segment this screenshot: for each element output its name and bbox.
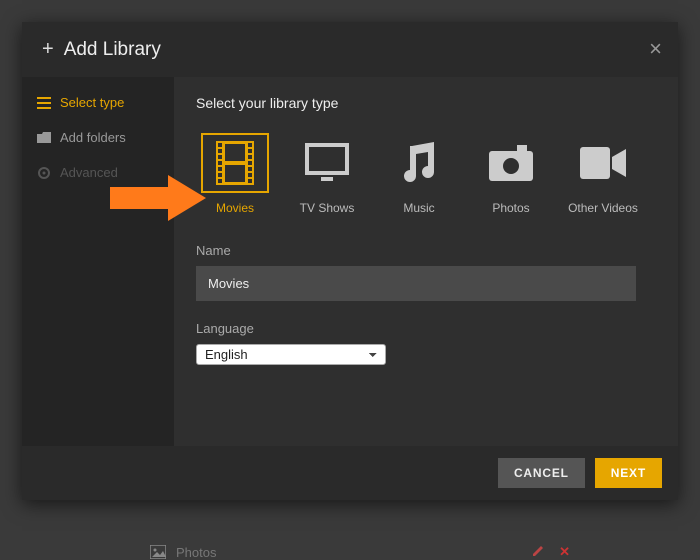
sidebar-item-add-folders[interactable]: Add folders	[22, 120, 174, 155]
type-label: Photos	[492, 201, 529, 215]
library-type-row: Movies TV Shows Music	[196, 133, 656, 215]
video-icon	[569, 133, 637, 193]
type-card-other[interactable]: Other Videos	[564, 133, 642, 215]
cancel-button[interactable]: CANCEL	[498, 458, 585, 488]
modal-header: + Add Library	[22, 22, 678, 77]
folder-icon	[36, 132, 52, 144]
language-select[interactable]: English	[196, 344, 386, 365]
delete-icon[interactable]: ✕	[559, 544, 570, 560]
language-field-group: Language English	[196, 321, 656, 365]
modal-footer: CANCEL NEXT	[22, 446, 678, 500]
type-label: Movies	[216, 201, 254, 215]
next-button[interactable]: NEXT	[595, 458, 662, 488]
background-row-actions: ✕	[531, 544, 570, 560]
annotation-arrow	[110, 175, 206, 221]
main-panel: Select your library type Movies TV Shows	[174, 77, 678, 446]
sidebar-item-select-type[interactable]: Select type	[22, 85, 174, 120]
camera-icon	[477, 133, 545, 193]
movies-icon	[201, 133, 269, 193]
edit-icon[interactable]	[531, 544, 545, 560]
background-row: Photos ✕	[150, 544, 570, 560]
type-label: TV Shows	[300, 201, 355, 215]
type-card-music[interactable]: Music	[380, 133, 458, 215]
sidebar-item-label: Add folders	[60, 130, 126, 145]
name-label: Name	[196, 243, 656, 258]
music-icon	[385, 133, 453, 193]
modal-body: Select type Add folders Advanced Select …	[22, 77, 678, 446]
tv-icon	[293, 133, 361, 193]
language-label: Language	[196, 321, 656, 336]
add-library-modal: + Add Library × Select type Add folders	[22, 22, 678, 500]
type-label: Other Videos	[568, 201, 638, 215]
image-icon	[150, 545, 166, 559]
type-card-movies[interactable]: Movies	[196, 133, 274, 215]
modal-title: Add Library	[64, 39, 161, 61]
type-card-photos[interactable]: Photos	[472, 133, 550, 215]
sidebar-item-label: Select type	[60, 95, 124, 110]
main-title: Select your library type	[196, 95, 656, 111]
gear-icon	[36, 166, 52, 180]
plus-icon: +	[42, 38, 54, 61]
list-icon	[36, 97, 52, 109]
type-card-tvshows[interactable]: TV Shows	[288, 133, 366, 215]
type-label: Music	[403, 201, 434, 215]
name-field-group: Name	[196, 243, 656, 301]
background-row-label: Photos	[176, 545, 216, 560]
name-input[interactable]	[196, 266, 636, 301]
sidebar: Select type Add folders Advanced	[22, 77, 174, 446]
close-icon[interactable]: ×	[649, 36, 662, 62]
